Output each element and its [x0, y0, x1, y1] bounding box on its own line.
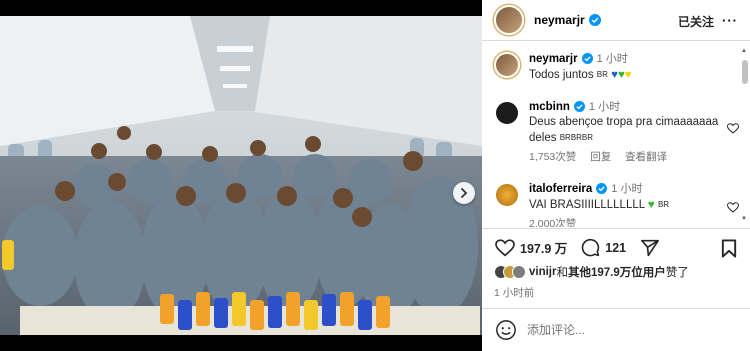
more-options-icon[interactable]: ··· [722, 13, 738, 28]
verified-badge-icon [588, 14, 601, 26]
post-header: neymarjr 已关注 ··· [482, 0, 750, 41]
yellow-heart-icon: ♥ [624, 69, 632, 81]
caption-avatar[interactable] [494, 52, 520, 78]
comment-text: VAI BRASIIIILLLLLLLL [529, 199, 645, 211]
caption-item: neymarjr 1 小时 Todos juntos BR ♥♥♥ [494, 52, 739, 83]
comment-like-count[interactable]: 1,753次赞 [529, 151, 576, 163]
chevron-right-icon [461, 188, 468, 198]
commenter-username[interactable]: italoferreira [529, 183, 592, 195]
verified-badge-icon [596, 183, 608, 194]
likes-connector: 和 [556, 267, 568, 279]
comment-heart-icon[interactable] [727, 123, 739, 134]
comment-time: 1 小时 [611, 183, 643, 195]
comment-composer [482, 308, 750, 351]
verified-badge-icon [581, 53, 593, 64]
scroll-down-icon[interactable]: ▼ [741, 216, 747, 222]
scroll-thumb[interactable] [742, 60, 748, 84]
brazil-flag: BR [596, 70, 608, 79]
comment-count[interactable]: 121 [605, 241, 626, 255]
post-timestamp: 1 小时前 [494, 287, 535, 299]
team-photo-image [0, 16, 482, 335]
commenter-avatar[interactable] [494, 100, 520, 126]
caption-text: Todos juntos [529, 69, 594, 81]
like-heart-icon[interactable] [495, 238, 515, 257]
like-count[interactable]: 197.9 万 [520, 238, 567, 257]
carousel-next-button[interactable] [453, 182, 475, 204]
brazil-flag: BR [657, 200, 670, 209]
commenter-username[interactable]: mcbinn [529, 101, 570, 113]
liker-avatar [512, 265, 526, 279]
likes-suffix: 赞了 [665, 267, 689, 279]
comment-heart-icon[interactable] [727, 202, 739, 213]
likes-summary: vinijr 和其他197.9万位用户 赞了 [494, 264, 689, 280]
caption-time: 1 小时 [596, 53, 628, 65]
bookmark-icon[interactable] [721, 239, 737, 258]
translate-button[interactable]: 查看翻译 [625, 151, 667, 163]
heart-emojis: ♥♥♥ [611, 69, 631, 81]
bottom-letterbox [0, 335, 482, 351]
author-username[interactable]: neymarjr [534, 13, 585, 27]
comments-list: neymarjr 1 小时 Todos juntos BR ♥♥♥ mcbinn 1… [482, 42, 742, 227]
emoji-icon[interactable] [495, 319, 517, 341]
blue-heart-icon: ♥ [611, 69, 618, 81]
verified-badge-icon [573, 101, 585, 112]
post-photo[interactable] [0, 16, 482, 335]
comment-item: mcbinn 1 小时 Deus abençoe tropa pra cimaaa… [494, 100, 739, 165]
scroll-up-icon[interactable]: ▲ [741, 48, 747, 54]
brazil-flags: BRBRBR [559, 133, 594, 142]
reply-button[interactable]: 回复 [590, 151, 611, 163]
comment-like-count[interactable]: 2,000次赞 [529, 218, 576, 227]
post-side-panel: neymarjr 已关注 ··· neymarjr 1 小时 Todos junt… [482, 0, 750, 351]
comment-item: italoferreira 1 小时 VAI BRASIIIILLLLLLLL ♥… [494, 182, 739, 227]
post-actions: 197.9 万 121 [482, 228, 750, 266]
commenter-avatar[interactable] [494, 182, 520, 208]
likes-others[interactable]: 其他197.9万位用户 [568, 264, 666, 280]
following-button[interactable]: 已关注 [678, 13, 714, 30]
comment-text: Deus abençoe tropa pra cimaaaaaaa deles [529, 116, 719, 144]
author-avatar[interactable] [494, 5, 524, 35]
caption-username[interactable]: neymarjr [529, 53, 578, 65]
comment-time: 1 小时 [588, 101, 621, 113]
comments-scrollbar[interactable]: ▲ ▼ [741, 48, 749, 228]
comment-icon[interactable] [581, 238, 600, 257]
green-heart-icon: ♥ [647, 199, 655, 211]
liker-username[interactable]: vinijr [529, 266, 556, 278]
share-icon[interactable] [640, 239, 660, 257]
comment-input[interactable] [527, 323, 727, 337]
green-heart-icon: ♥ [617, 69, 625, 81]
